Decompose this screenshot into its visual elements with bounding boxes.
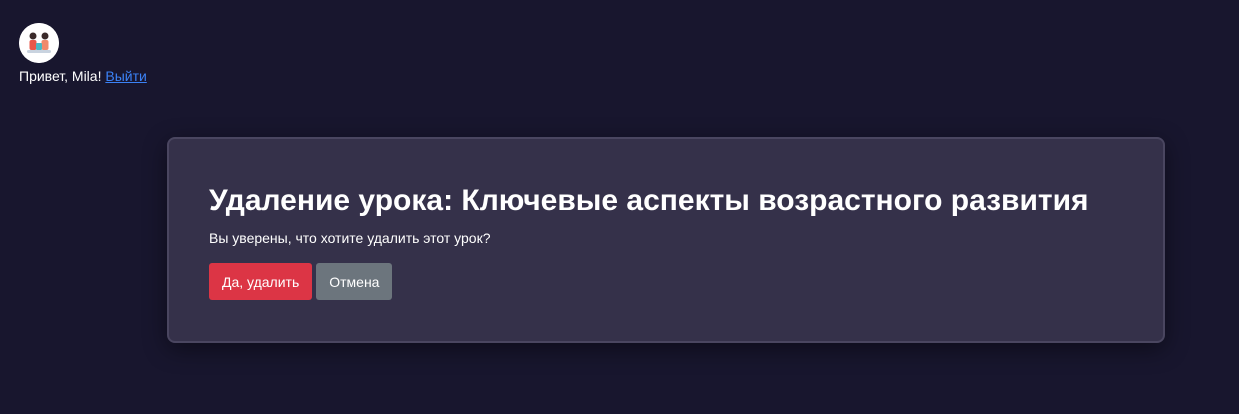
avatar — [19, 23, 59, 63]
dialog-actions: Да, удалить Отмена — [209, 263, 1123, 300]
confirm-delete-button[interactable]: Да, удалить — [209, 263, 313, 300]
delete-lesson-dialog: Удаление урока: Ключевые аспекты возраст… — [167, 137, 1165, 343]
greeting-line: Привет, Mila! Выйти — [19, 67, 147, 85]
cancel-button[interactable]: Отмена — [316, 263, 393, 300]
greeting-text: Привет, Mila! — [19, 68, 102, 84]
dialog-message: Вы уверены, что хотите удалить этот урок… — [209, 230, 491, 246]
logout-link[interactable]: Выйти — [105, 68, 146, 84]
dialog-title: Удаление урока: Ключевые аспекты возраст… — [209, 184, 1089, 217]
user-header: Привет, Mila! Выйти — [19, 23, 147, 85]
user-illustration-icon — [19, 23, 59, 63]
